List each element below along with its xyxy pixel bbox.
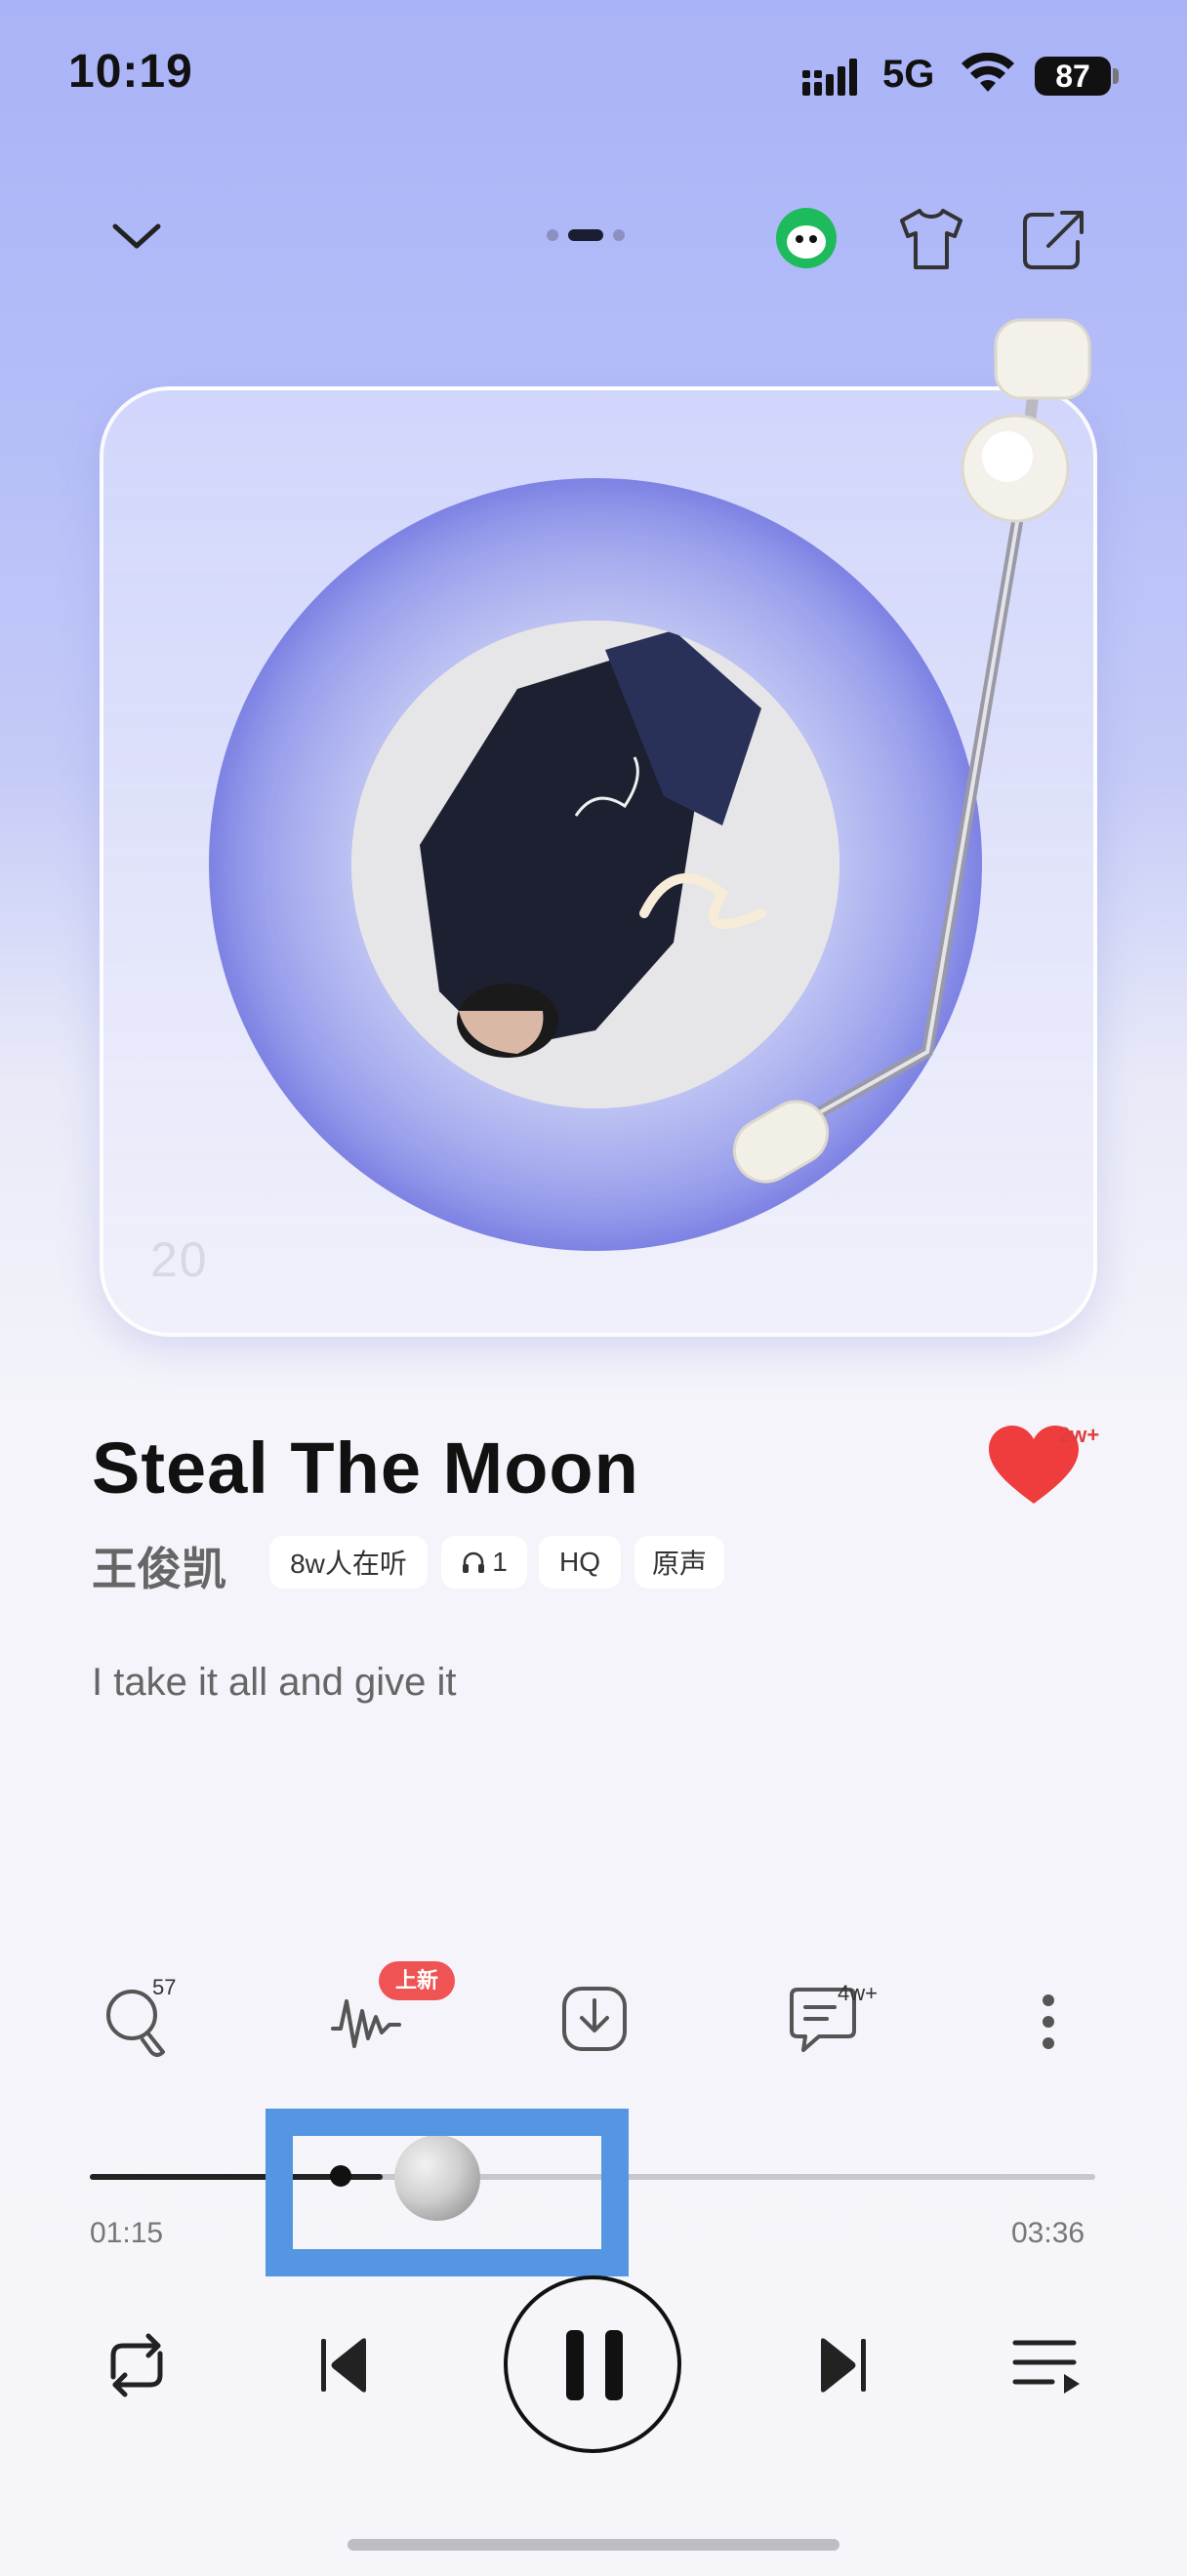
tshirt-icon [900, 209, 962, 269]
playlist-icon [1012, 2340, 1080, 2394]
total-time: 03:36 [1011, 2217, 1085, 2249]
download-button[interactable] [553, 1977, 636, 2061]
page-indicator [547, 228, 625, 242]
page-dot [547, 229, 558, 241]
share-icon [1023, 211, 1084, 269]
search-count: 57 [152, 1975, 177, 1999]
artist-name[interactable]: 王俊凯 [92, 1534, 226, 1598]
battery-tip [1113, 68, 1119, 84]
more-vertical-icon [1043, 1994, 1054, 2049]
page-dot-active [568, 229, 603, 241]
battery-indicator: 87 [1035, 57, 1111, 96]
card-logo: 20 [150, 1232, 209, 1287]
tonearm [732, 318, 1091, 1184]
mascot-button[interactable] [775, 207, 838, 269]
skip-previous-icon [321, 2338, 366, 2393]
repeat-button[interactable] [94, 2322, 180, 2408]
previous-button[interactable] [303, 2324, 385, 2406]
download-icon [562, 1987, 627, 2051]
highlight-box [266, 2109, 629, 2276]
chevron-down-icon [112, 223, 161, 249]
headphone-icon [463, 1551, 485, 1573]
like-count: 2w+ [1058, 1423, 1100, 1447]
share-button[interactable] [1015, 203, 1091, 275]
status-time: 10:19 [68, 46, 193, 98]
current-time: 01:15 [90, 2217, 164, 2249]
song-title: Steal The Moon [92, 1428, 639, 1509]
next-button[interactable] [802, 2324, 884, 2406]
signal-icon [802, 59, 857, 96]
current-lyric[interactable]: I take it all and give it [92, 1661, 457, 1705]
quality-tag[interactable]: HQ [539, 1536, 621, 1589]
repeat-icon [110, 2333, 163, 2397]
page-dot [613, 229, 625, 241]
pause-button[interactable] [504, 2275, 681, 2453]
skip-next-icon [821, 2338, 866, 2393]
more-button[interactable] [1021, 1987, 1076, 2057]
new-badge: 上新 [379, 1961, 455, 2000]
comment-count: 4w+ [838, 1981, 878, 2005]
skin-button[interactable] [892, 203, 970, 275]
version-tag[interactable]: 原声 [634, 1536, 724, 1589]
pause-icon [566, 2330, 623, 2400]
headphone-count: 1 [492, 1547, 508, 1577]
listeners-tag[interactable]: 8w人在听 [269, 1536, 428, 1589]
mascot-icon [776, 208, 837, 268]
collapse-button[interactable] [102, 207, 172, 265]
network-type: 5G [882, 53, 935, 96]
headphone-tag[interactable]: 1 [441, 1536, 527, 1589]
wifi-icon [962, 53, 1014, 92]
playlist-button[interactable] [1005, 2324, 1087, 2406]
home-indicator [348, 2539, 839, 2551]
